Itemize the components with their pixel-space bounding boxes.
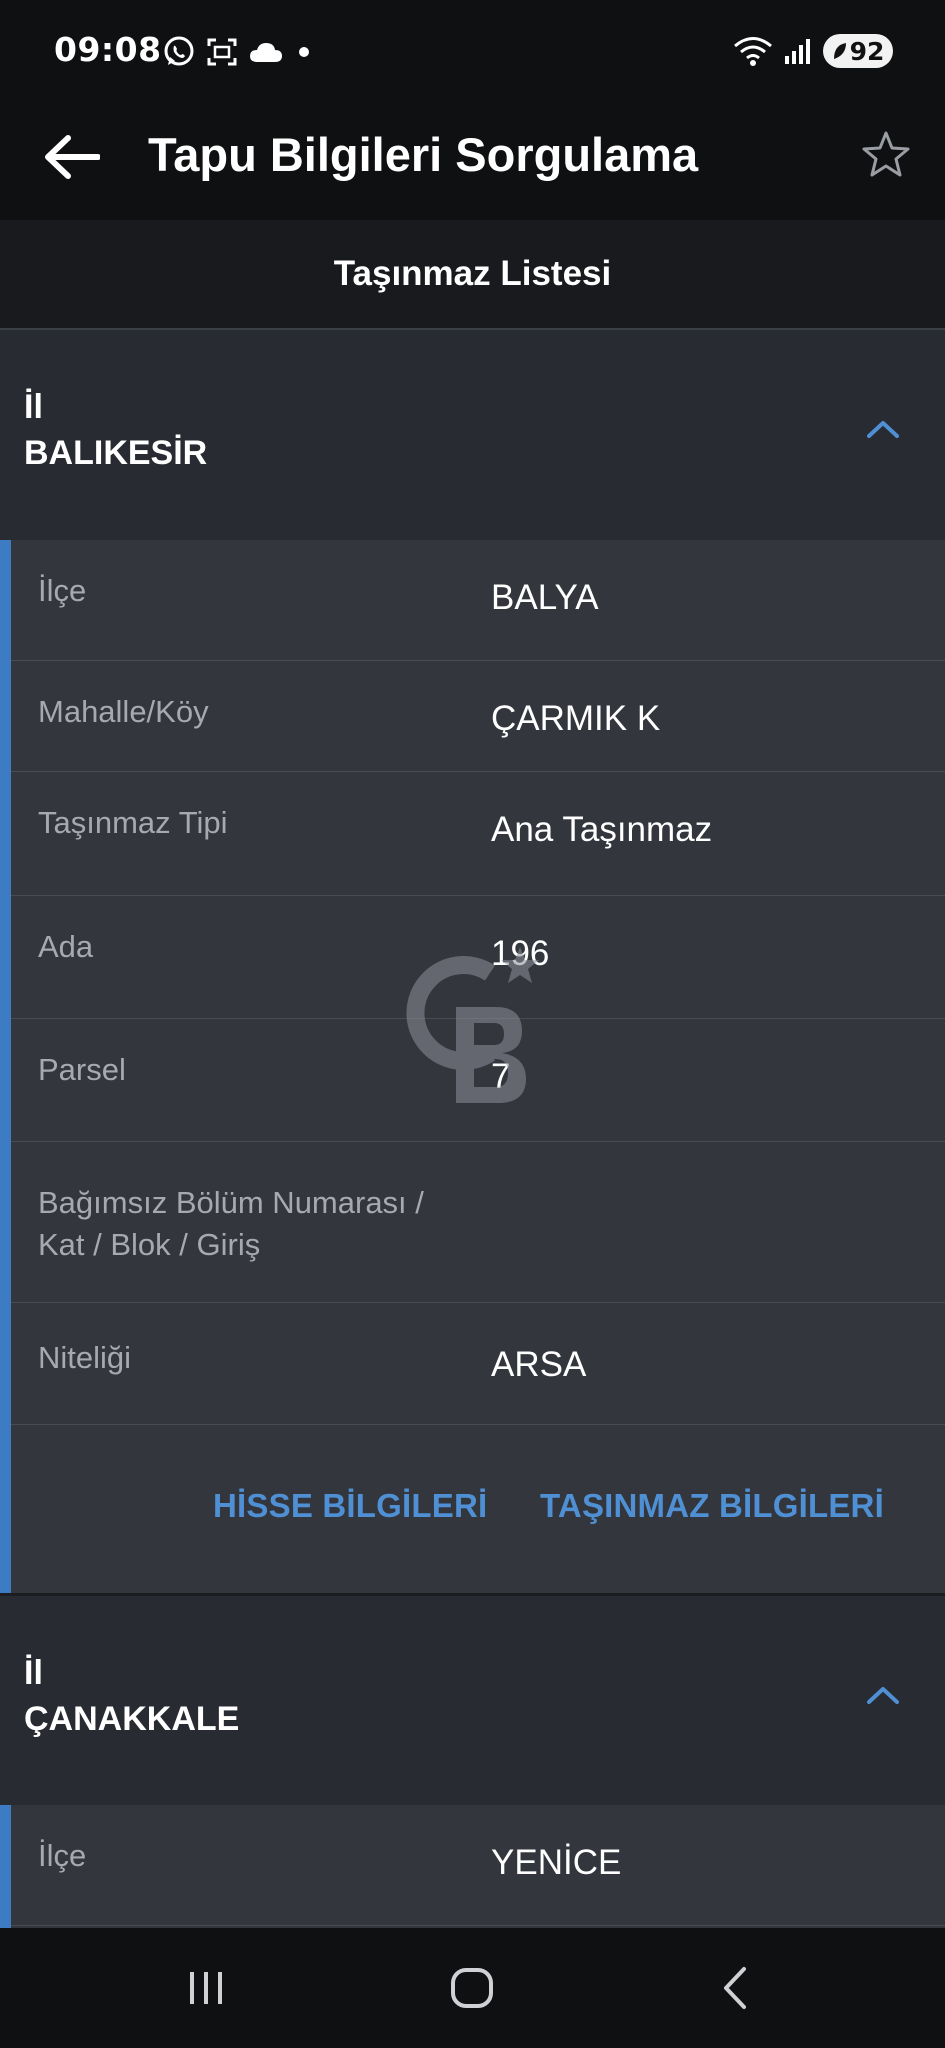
row-key: Kat / Blok / Giriş [38,1227,261,1262]
row-value: YENİCE [491,1843,622,1882]
home-icon [451,1968,493,2008]
dot-icon [299,47,309,57]
back-button[interactable] [36,122,106,192]
table-row: İlçe BALYA [11,540,945,661]
back-chevron-icon [724,1967,746,2009]
group-header-balikesir[interactable]: İl BALIKESİR [0,330,945,540]
wifi-icon [734,37,772,66]
screenshot-icon [207,38,237,66]
table-row: Taşınmaz Tipi Ana Taşınmaz [11,772,945,896]
group-label: İl [24,388,43,426]
arrow-left-icon [45,135,100,179]
favorite-button[interactable] [855,124,917,186]
group-header-canakkale[interactable]: İl ÇANAKKALE [0,1596,945,1805]
row-key: İlçe [38,573,87,608]
row-value: 7 [491,1057,511,1096]
row-value: ÇARMIK K [491,699,661,738]
group-body-canakkale: İlçe YENİCE [0,1805,945,1928]
status-time: 09:08 [54,30,162,69]
property-list[interactable]: İl BALIKESİR İlçe BALYA Mahalle/Köy ÇARM… [0,330,945,1928]
section-title: Taşınmaz Listesi [333,254,612,293]
star-outline-icon [862,131,910,177]
table-row: İlçe YENİCE [11,1805,945,1926]
whatsapp-icon [164,36,194,66]
table-row: Parsel 7 [11,1019,945,1142]
property-info-button[interactable]: TAŞINMAZ BİLGİLERİ [540,1487,884,1525]
accent-bar [0,540,11,1593]
row-key: Niteliği [38,1340,132,1375]
recents-button[interactable] [158,1952,254,2024]
chevron-up-icon[interactable] [863,1680,903,1710]
row-value: BALYA [491,578,599,617]
row-key: Mahalle/Köy [38,694,209,729]
status-notification-icons [162,34,314,70]
row-value: 196 [491,934,550,973]
group-value: BALIKESİR [24,434,208,472]
row-value: Ana Taşınmaz [491,810,713,849]
status-system-icons: 92 [733,32,893,70]
group-body-balikesir: İlçe BALYA Mahalle/Köy ÇARMIK K Taşınmaz… [0,540,945,1593]
row-key: Ada [38,929,94,964]
table-row: Bağımsız Bölüm Numarası / Kat / Blok / G… [11,1142,945,1303]
group-label: İl [24,1654,43,1692]
signal-icon [785,39,810,64]
chevron-up-icon[interactable] [863,414,903,444]
system-nav-bar [0,1928,945,2048]
row-key: Parsel [38,1052,126,1087]
share-info-button[interactable]: HİSSE BİLGİLERİ [213,1487,487,1525]
battery-level: 92 [849,36,885,66]
row-value: ARSA [491,1345,587,1384]
group-actions: HİSSE BİLGİLERİ TAŞINMAZ BİLGİLERİ [11,1425,945,1593]
cloud-icon [250,43,282,62]
page-title: Tapu Bilgileri Sorgulama [148,128,699,181]
recents-icon [190,1972,222,2004]
accent-bar [0,1805,11,1928]
table-row: Ada 196 [11,896,945,1019]
home-button[interactable] [424,1952,520,2024]
app-bar: Tapu Bilgileri Sorgulama [0,100,945,220]
row-key: Bağımsız Bölüm Numarası / [38,1185,424,1220]
row-key: İlçe [38,1838,87,1873]
row-key: Taşınmaz Tipi [38,805,228,840]
sub-header: Taşınmaz Listesi [0,220,945,330]
table-row: Niteliği ARSA [11,1303,945,1425]
nav-back-button[interactable] [688,1952,784,2024]
table-row: Mahalle/Köy ÇARMIK K [11,661,945,772]
battery-icon: 92 [823,34,893,68]
leaf-icon [833,43,846,59]
group-value: ÇANAKKALE [24,1700,240,1738]
status-bar: 09:08 92 [0,0,945,100]
